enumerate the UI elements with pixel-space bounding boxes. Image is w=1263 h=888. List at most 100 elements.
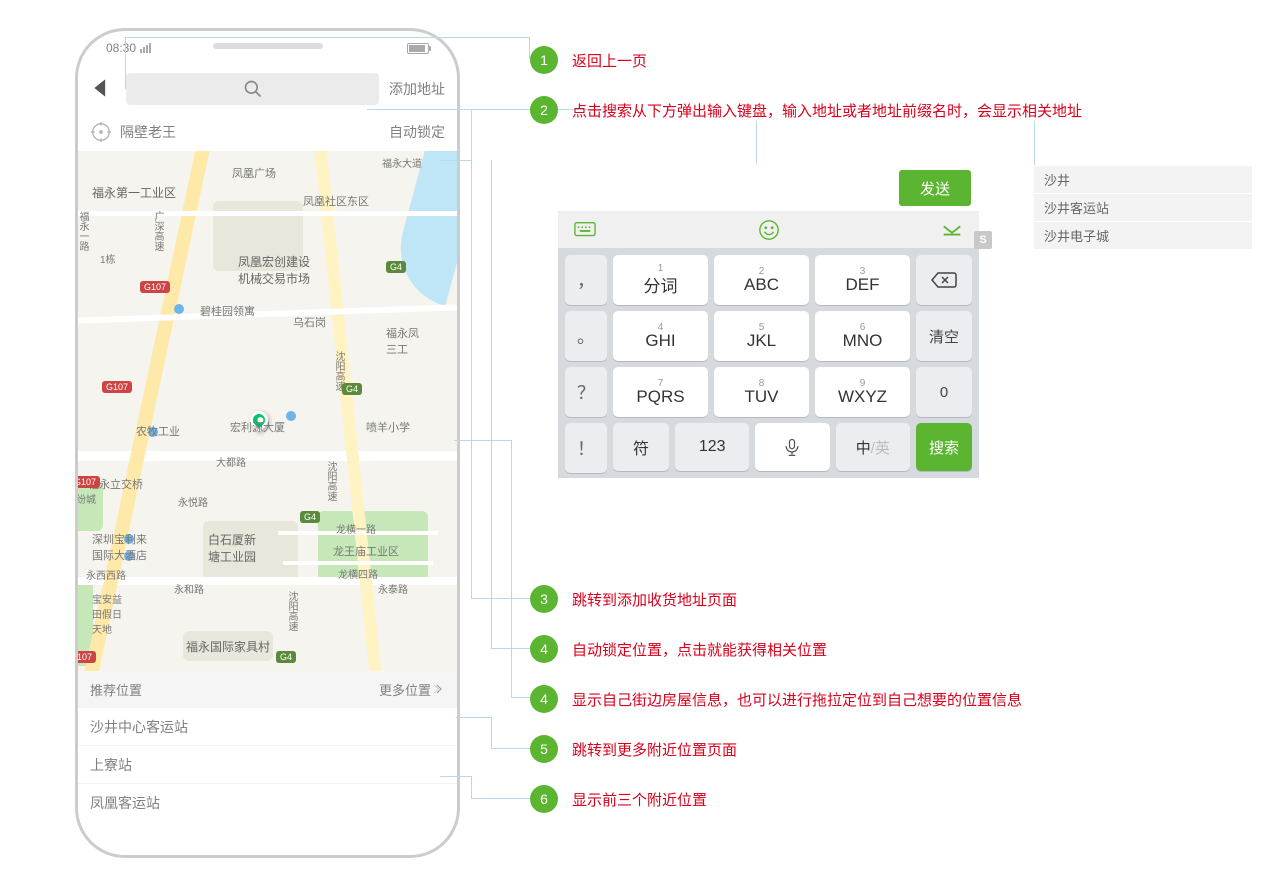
map-label: 福永第一工业区 [92,184,176,201]
user-row: 隔壁老王 自动锁定 [78,113,457,151]
key-7[interactable]: 7PQRS [613,367,708,417]
key-lang[interactable]: 中/英 [836,423,910,471]
connector [491,717,492,748]
annotation-badge: 3 [530,585,558,613]
annotation-text: 显示前三个附近位置 [572,789,707,810]
map-label: 凤凰社区东区 [303,193,369,209]
ime-badge: S [974,231,992,249]
connector [441,160,472,161]
battery-icon [407,43,429,54]
map-label: 龙横一路 [336,521,376,536]
suggestion-item[interactable]: 沙井电子城 [1034,222,1252,250]
annotation-text: 自动锁定位置，点击就能获得相关位置 [572,639,827,660]
chevron-right-icon [433,683,445,695]
map-badge: G4 [386,261,406,273]
map-label: 龙王庙工业区 [333,543,399,559]
annotation-badge: 5 [530,735,558,763]
key-9[interactable]: 9WXYZ [815,367,910,417]
collapse-icon[interactable] [941,223,963,237]
map-label: 沈阳高速 [323,461,338,501]
map-label: 深圳宝利来 国际大酒店 [92,531,147,563]
recommend-item[interactable]: 上寮站 [78,745,457,783]
map-label: 1栋 [100,251,116,266]
send-button[interactable]: 发送 [899,170,971,206]
suggestion-item[interactable]: 沙井 [1034,166,1252,194]
map-label: 永悦路 [178,494,208,509]
annotation-badge: 6 [530,785,558,813]
connector [491,748,530,749]
keyboard-icon[interactable] [574,221,596,239]
key-1[interactable]: 1分词 [613,255,708,305]
annotation-text: 显示自己街边房屋信息，也可以进行拖拉定位到自己想要的位置信息 [572,689,1022,710]
map-label: 永和路 [174,581,204,596]
auto-lock-link[interactable]: 自动锁定 [389,122,445,142]
annotation-2: 2 点击搜索从下方弹出输入键盘，输入地址或者地址前缀名时，会显示相关地址 [530,96,1082,124]
recommend-item[interactable]: 凤凰客运站 [78,783,457,821]
map-label: 凤凰宏创建设 机械交易市场 [238,253,310,287]
back-button[interactable] [90,75,116,104]
key-8[interactable]: 8TUV [714,367,809,417]
annotation-4b: 4 显示自己街边房屋信息，也可以进行拖拉定位到自己想要的位置信息 [530,685,1022,713]
key-search[interactable]: 搜索 [916,423,972,471]
map-badge: G4 [276,651,296,663]
connector [471,776,472,798]
map-badge: G107 [140,281,170,293]
connector [440,776,471,777]
map-label: 大都路 [216,454,246,469]
connector [454,440,512,441]
key-mic[interactable] [755,423,829,471]
annotation-1: 1 返回上一页 [530,46,647,74]
connector [491,160,492,648]
map-badge: G107 [78,476,100,488]
recommend-header: 推荐位置 更多位置 [78,671,457,707]
map-label: 续纷城 [78,491,96,506]
key-123[interactable]: 123 [675,423,749,471]
more-locations-link[interactable]: 更多位置 [379,680,445,699]
key-4[interactable]: 4GHI [613,311,708,361]
connector [1034,121,1035,165]
key-0[interactable]: 0 [916,367,972,417]
annotation-text: 点击搜索从下方弹出输入键盘，输入地址或者地址前缀名时，会显示相关地址 [572,100,1082,121]
connector [511,697,530,698]
add-address-link[interactable]: 添加地址 [389,79,445,99]
connector [125,37,126,89]
recommend-item[interactable]: 沙井中心客运站 [78,707,457,745]
annotation-6: 6 显示前三个附近位置 [530,785,707,813]
suggestion-list: 沙井 沙井客运站 沙井电子城 [1034,166,1252,250]
connector [471,598,530,599]
keyboard-topbar: 发送 [558,164,979,212]
map-label: 龙横四路 [338,566,378,581]
phone-notch [213,43,323,49]
map-label: 福永一路 [78,211,90,251]
key-comma[interactable]: ， [565,255,607,305]
key-backspace[interactable] [916,255,972,305]
top-bar: 添加地址 [78,65,457,113]
map-label: 永西西路 [86,567,126,582]
key-clear[interactable]: 清空 [916,311,972,361]
map-label: 永泰路 [378,581,408,596]
map-label: 福永凤 三工 [386,325,419,357]
map-label: 福永大道 [382,155,422,170]
map-label: 宝安益 田假日 天地 [92,591,122,636]
emoji-icon[interactable] [758,219,780,241]
connector [471,109,472,599]
key-6[interactable]: 6MNO [815,311,910,361]
key-3[interactable]: 3DEF [815,255,910,305]
key-period[interactable]: 。 [565,311,607,361]
keyboard-popup: 发送 S ， 1分词 2ABC 3DEF 。 4GHI 5JKL 6MNO 清空… [558,164,979,478]
map-label: 农牧工业 [136,423,180,439]
search-input[interactable] [126,73,379,105]
status-time: 08:30 [106,41,136,55]
key-symbol[interactable]: 符 [613,423,669,471]
annotation-5: 5 跳转到更多附近位置页面 [530,735,737,763]
key-2[interactable]: 2ABC [714,255,809,305]
suggestion-item[interactable]: 沙井客运站 [1034,194,1252,222]
map-label: 白石厦新 塘工业园 [208,531,256,565]
annotation-badge: 2 [530,96,558,124]
map-badge: G4 [342,383,362,395]
keyboard-grid: S ， 1分词 2ABC 3DEF 。 4GHI 5JKL 6MNO 清空 ？ … [558,248,979,478]
key-question[interactable]: ？ [565,367,607,417]
key-5[interactable]: 5JKL [714,311,809,361]
locate-icon [90,121,112,143]
map-view[interactable]: 福永第一工业区 凤凰广场 凤凰社区东区 凤凰宏创建设 机械交易市场 碧桂园领寓 … [78,151,457,671]
